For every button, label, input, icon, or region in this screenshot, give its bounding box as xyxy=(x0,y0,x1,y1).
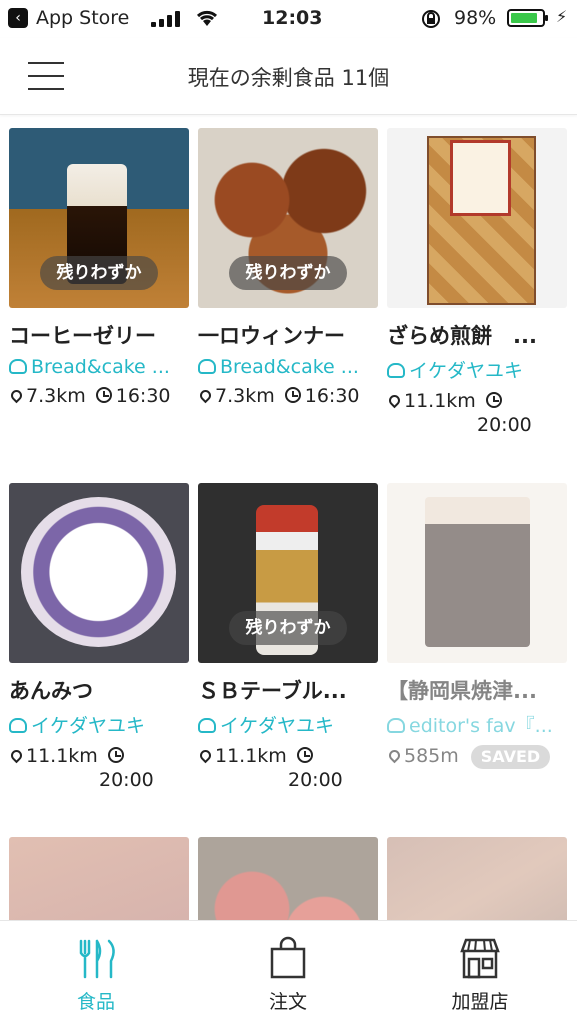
food-meta: 585m SAVED xyxy=(386,744,567,769)
cellular-signal-icon xyxy=(151,11,183,27)
pickup-time: 16:30 xyxy=(115,385,171,407)
shop-link[interactable]: イケダヤユキ xyxy=(9,711,189,738)
food-name: コーヒーゼリー xyxy=(9,324,156,348)
battery-icon xyxy=(507,9,548,27)
food-card[interactable]: ざらめ煎餅 ... イケダヤユキ 11.1km 20:00 xyxy=(386,128,567,437)
location-pin-icon xyxy=(8,387,25,404)
location-pin-icon xyxy=(197,747,214,764)
distance: 11.1km xyxy=(404,390,476,412)
shop-name: Bread&cake ... xyxy=(220,356,359,378)
food-image[interactable]: 残りわずか xyxy=(9,128,189,308)
pickup-time: 20:00 xyxy=(99,769,154,791)
shop-name: イケダヤユキ xyxy=(220,715,335,737)
storefront-icon xyxy=(460,938,500,979)
clock-icon xyxy=(107,747,124,763)
tab-label: 食品 xyxy=(76,991,115,1013)
pickup-time: 20:00 xyxy=(288,769,343,791)
shopping-bag-icon xyxy=(270,936,306,979)
status-time: 12:03 xyxy=(262,7,323,29)
low-stock-badge: 残りわずか xyxy=(229,611,347,645)
food-name: あんみつ xyxy=(9,679,93,703)
chef-hat-icon xyxy=(387,363,405,378)
distance: 11.1km xyxy=(26,745,98,767)
food-image[interactable] xyxy=(387,128,567,308)
location-pin-icon xyxy=(8,747,25,764)
bottom-tab-bar: 食品 注文 加盟店 xyxy=(0,920,577,1025)
tab-stores[interactable]: 加盟店 xyxy=(384,921,576,1025)
food-card[interactable]: 残りわずか 一ロウィンナー Bread&cake ... 7.3km 16:30 xyxy=(197,128,378,408)
status-bar: ‹ App Store 12:03 98% ⚡ xyxy=(0,0,577,38)
shop-link[interactable]: Bread&cake ... xyxy=(9,356,189,378)
charging-bolt-icon: ⚡ xyxy=(556,7,568,26)
distance: 7.3km xyxy=(215,385,275,407)
shop-name: イケダヤユキ xyxy=(31,715,146,737)
clock-icon xyxy=(485,392,502,408)
food-meta: 7.3km 16:30 xyxy=(8,384,189,408)
clock-icon xyxy=(284,387,301,403)
tab-label: 加盟店 xyxy=(451,991,509,1013)
low-stock-badge: 残りわずか xyxy=(229,256,347,290)
food-name: 【静岡県焼津... xyxy=(387,679,537,703)
food-name: ＳＢテーブル... xyxy=(198,679,347,703)
shop-name: Bread&cake ... xyxy=(31,356,170,378)
food-image[interactable] xyxy=(9,483,189,663)
back-arrow-icon[interactable]: ‹ xyxy=(8,8,28,28)
page-title: 現在の余剰食品 11個 xyxy=(187,66,390,90)
food-card[interactable]: 【静岡県焼津... editor's fav『... 585m SAVED xyxy=(386,483,567,769)
food-meta: 11.1km 20:00 xyxy=(386,389,567,437)
tab-food[interactable]: 食品 xyxy=(0,921,192,1025)
tab-orders[interactable]: 注文 xyxy=(192,921,384,1025)
food-name: 一ロウィンナー xyxy=(198,324,345,348)
food-card[interactable]: 残りわずか ＳＢテーブル... イケダヤユキ 11.1km 20:00 xyxy=(197,483,378,792)
shop-name: イケダヤユキ xyxy=(409,360,524,382)
distance: 11.1km xyxy=(215,745,287,767)
chef-hat-icon xyxy=(387,718,405,733)
shop-link[interactable]: editor's fav『... xyxy=(387,711,567,738)
clock-icon xyxy=(95,387,112,403)
food-image[interactable]: 残りわずか xyxy=(198,483,378,663)
distance: 585m xyxy=(404,745,459,767)
shop-link[interactable]: Bread&cake ... xyxy=(198,356,378,378)
food-name: ざらめ煎餅 ... xyxy=(387,324,537,348)
back-app-label[interactable]: App Store xyxy=(36,7,129,29)
food-card[interactable]: 残りわずか コーヒーゼリー Bread&cake ... 7.3km 16:30 xyxy=(8,128,189,408)
location-pin-icon xyxy=(386,392,403,409)
food-meta: 11.1km 20:00 xyxy=(8,744,189,792)
food-meta: 11.1km 20:00 xyxy=(197,744,378,792)
location-pin-icon xyxy=(197,387,214,404)
saved-badge: SAVED xyxy=(470,745,551,769)
battery-percent: 98% xyxy=(454,7,497,29)
shop-link[interactable]: イケダヤユキ xyxy=(198,711,378,738)
app-header: 現在の余剰食品 11個 xyxy=(0,38,577,115)
low-stock-badge: 残りわずか xyxy=(40,256,158,290)
location-pin-icon xyxy=(386,747,403,764)
chef-hat-icon xyxy=(198,359,216,374)
clock-icon xyxy=(296,747,313,763)
distance: 7.3km xyxy=(26,385,86,407)
food-meta: 7.3km 16:30 xyxy=(197,384,378,408)
shop-name: editor's fav『... xyxy=(409,715,553,737)
food-image[interactable] xyxy=(387,483,567,663)
fork-knife-icon xyxy=(79,939,115,979)
shop-link[interactable]: イケダヤユキ xyxy=(387,356,567,383)
chef-hat-icon xyxy=(9,359,27,374)
pickup-time: 20:00 xyxy=(477,414,532,436)
pickup-time: 16:30 xyxy=(304,385,360,407)
wifi-icon xyxy=(196,10,218,26)
orientation-lock-icon xyxy=(422,10,440,28)
chef-hat-icon xyxy=(9,718,27,733)
tab-label: 注文 xyxy=(268,991,307,1013)
food-image[interactable]: 残りわずか xyxy=(198,128,378,308)
chef-hat-icon xyxy=(198,718,216,733)
food-card[interactable]: あんみつ イケダヤユキ 11.1km 20:00 xyxy=(8,483,189,792)
